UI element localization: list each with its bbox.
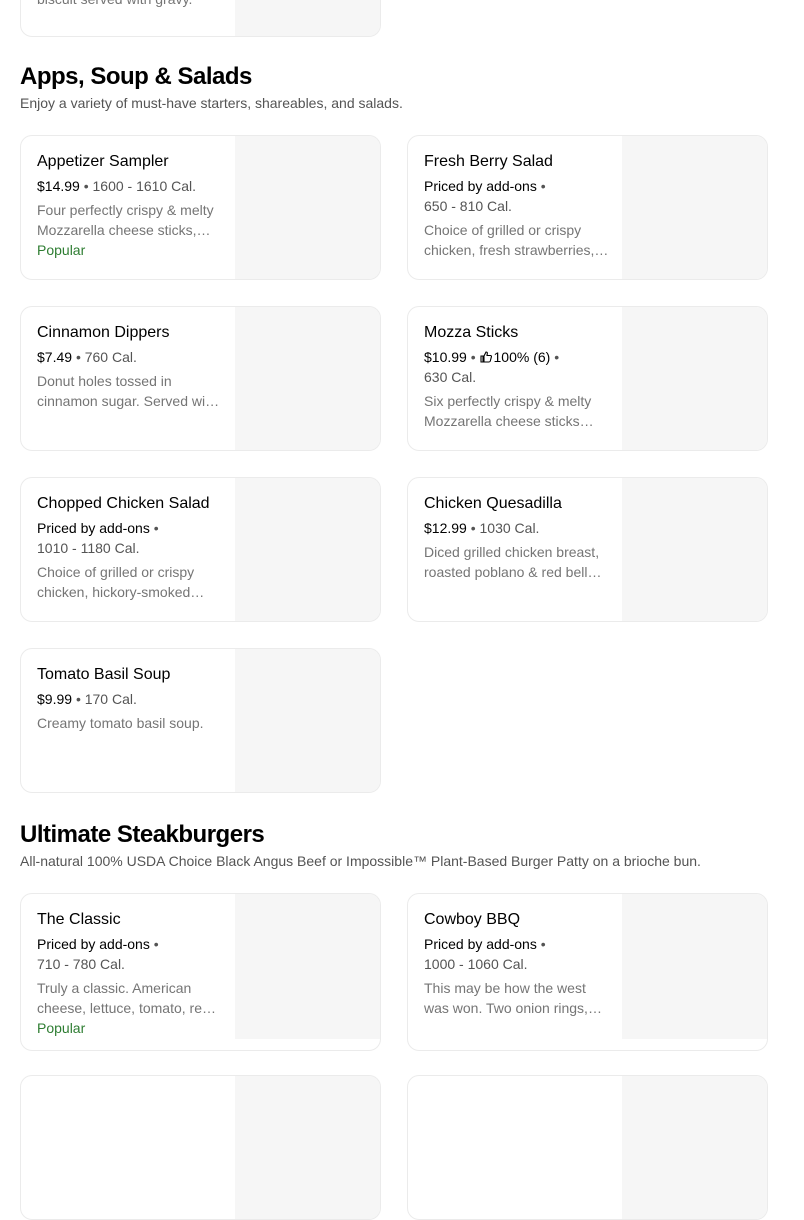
menu-item-image [622, 307, 767, 450]
section-subtitle: All-natural 100% USDA Choice Black Angus… [20, 853, 701, 869]
menu-item-description: Four perfectly crispy & melty Mozzarella… [37, 202, 214, 238]
menu-item-description: Choice of grilled or crispy chicken, fre… [424, 222, 595, 258]
menu-item-description: biscuit served with gravy. [37, 0, 222, 9]
menu-item-calories: 1000 - 1060 Cal. [424, 956, 528, 972]
menu-item-calories: 710 - 780 Cal. [37, 956, 125, 972]
menu-item-price: $12.99 [424, 520, 467, 536]
menu-item-calories: 630 Cal. [424, 369, 477, 385]
menu-item-info: Appetizer Sampler $14.99 • 1600 - 1610 C… [37, 152, 222, 260]
menu-item-image [235, 478, 380, 621]
menu-item-name: Chopped Chicken Salad [37, 495, 210, 512]
menu-item-card[interactable]: Cowboy BBQ Priced by add-ons • 1000 - 10… [407, 893, 768, 1051]
menu-item-meta: Priced by add-ons • 1000 - 1060 Cal. [424, 936, 546, 972]
menu-item-description: Six perfectly crispy & melty Mozzarella … [424, 393, 592, 429]
menu-item-card[interactable]: The Classic Priced by add-ons • 710 - 78… [20, 893, 381, 1051]
menu-item-price: $14.99 [37, 178, 80, 194]
menu-item-price: Priced by add-ons [37, 520, 150, 536]
menu-item-info: Chopped Chicken Salad Priced by add-ons … [37, 494, 222, 602]
menu-item-description: Truly a classic. American cheese, lettuc… [37, 980, 210, 1016]
menu-item-price: $7.49 [37, 349, 73, 365]
menu-item-image [622, 478, 767, 621]
menu-item-meta: $7.49 • 760 Cal. [37, 349, 137, 365]
menu-item-card[interactable]: Fresh Berry Salad Priced by add-ons • 65… [407, 135, 768, 280]
menu-item-rating: 100% (6) [493, 349, 551, 365]
menu-item-calories: 650 - 810 Cal. [424, 198, 512, 214]
menu-item-name: The Classic [37, 911, 121, 928]
menu-item-meta: $14.99 • 1600 - 1610 Cal. [37, 178, 197, 194]
menu-item-info: biscuit served with gravy. [37, 0, 222, 9]
menu-item-meta: $12.99 • 1030 Cal. [424, 520, 540, 536]
menu-item-description: Choice of grilled or crispy chicken, hic… [37, 564, 195, 600]
menu-item-name: Chicken Quesadilla [424, 495, 562, 512]
menu-item-image [235, 136, 380, 279]
menu-item-image [235, 894, 380, 1039]
menu-item-meta: $10.99 • 100% (6) • 630 Cal. [424, 349, 560, 385]
menu-item-card[interactable] [407, 1075, 768, 1220]
menu-item-name: Fresh Berry Salad [424, 153, 553, 170]
popular-badge: Popular [37, 1020, 86, 1036]
popular-badge: Popular [37, 242, 86, 258]
menu-item-calories: 170 Cal. [84, 691, 137, 707]
menu-item-card[interactable]: biscuit served with gravy. [20, 0, 381, 37]
menu-item-image [235, 1076, 380, 1219]
menu-item-calories: 1010 - 1180 Cal. [37, 540, 140, 556]
menu-item-card[interactable]: Chopped Chicken Salad Priced by add-ons … [20, 477, 381, 622]
menu-item-description: This may be how the west was won. Two on… [424, 980, 588, 1016]
menu-item-info: Chicken Quesadilla $12.99 • 1030 Cal. Di… [424, 494, 609, 582]
menu-item-info: Tomato Basil Soup $9.99 • 170 Cal. Cream… [37, 665, 222, 733]
menu-item-name: Cowboy BBQ [424, 911, 521, 928]
menu-item-info: Fresh Berry Salad Priced by add-ons • 65… [424, 152, 609, 260]
menu-item-info: Mozza Sticks $10.99 • 100% (6) • 630 Cal… [424, 323, 609, 431]
menu-item-image [622, 136, 767, 279]
menu-item-image [622, 894, 767, 1039]
menu-item-price: Priced by add-ons [424, 178, 537, 194]
menu-item-calories: 760 Cal. [84, 349, 137, 365]
menu-item-name: Mozza Sticks [424, 324, 519, 341]
menu-item-name: Cinnamon Dippers [37, 324, 170, 341]
menu-item-price: Priced by add-ons [424, 936, 537, 952]
menu-item-price: $9.99 [37, 691, 73, 707]
menu-item-info: Cinnamon Dippers $7.49 • 760 Cal. Donut … [37, 323, 222, 411]
menu-item-calories: 1600 - 1610 Cal. [92, 178, 197, 194]
section-subtitle: Enjoy a variety of must-have starters, s… [20, 95, 403, 111]
menu-item-calories: 1030 Cal. [479, 520, 540, 536]
menu-item-meta: Priced by add-ons • 650 - 810 Cal. [424, 178, 546, 214]
menu-item-description: Creamy tomato basil soup. [37, 715, 204, 731]
menu-item-image [235, 649, 380, 792]
menu-item-info: The Classic Priced by add-ons • 710 - 78… [37, 910, 222, 1038]
section-title: Apps, Soup & Salads [20, 63, 252, 90]
menu-item-price: Priced by add-ons [37, 936, 150, 952]
menu-item-image [235, 0, 380, 36]
menu-item-meta: Priced by add-ons • 710 - 780 Cal. [37, 936, 159, 972]
menu-item-name: Tomato Basil Soup [37, 666, 171, 683]
menu-item-info: Cowboy BBQ Priced by add-ons • 1000 - 10… [424, 910, 609, 1018]
menu-item-card[interactable]: Chicken Quesadilla $12.99 • 1030 Cal. Di… [407, 477, 768, 622]
thumbs-up-icon [479, 351, 492, 363]
menu-item-card[interactable]: Cinnamon Dippers $7.49 • 760 Cal. Donut … [20, 306, 381, 451]
menu-item-image [235, 307, 380, 450]
menu-item-description: Diced grilled chicken breast, roasted po… [424, 544, 600, 580]
menu-item-meta: $9.99 • 170 Cal. [37, 691, 137, 707]
menu-item-card[interactable]: Appetizer Sampler $14.99 • 1600 - 1610 C… [20, 135, 381, 280]
menu-item-description: Donut holes tossed in cinnamon sugar. Se… [37, 373, 217, 409]
menu-item-image [622, 1076, 767, 1219]
menu-item-meta: Priced by add-ons • 1010 - 1180 Cal. [37, 520, 159, 556]
menu-item-price: $10.99 [424, 349, 467, 365]
menu-item-name: Appetizer Sampler [37, 153, 169, 170]
menu-item-card[interactable]: Tomato Basil Soup $9.99 • 170 Cal. Cream… [20, 648, 381, 793]
menu-item-card[interactable]: Mozza Sticks $10.99 • 100% (6) • 630 Cal… [407, 306, 768, 451]
section-title: Ultimate Steakburgers [20, 821, 265, 848]
menu-item-card[interactable] [20, 1075, 381, 1220]
